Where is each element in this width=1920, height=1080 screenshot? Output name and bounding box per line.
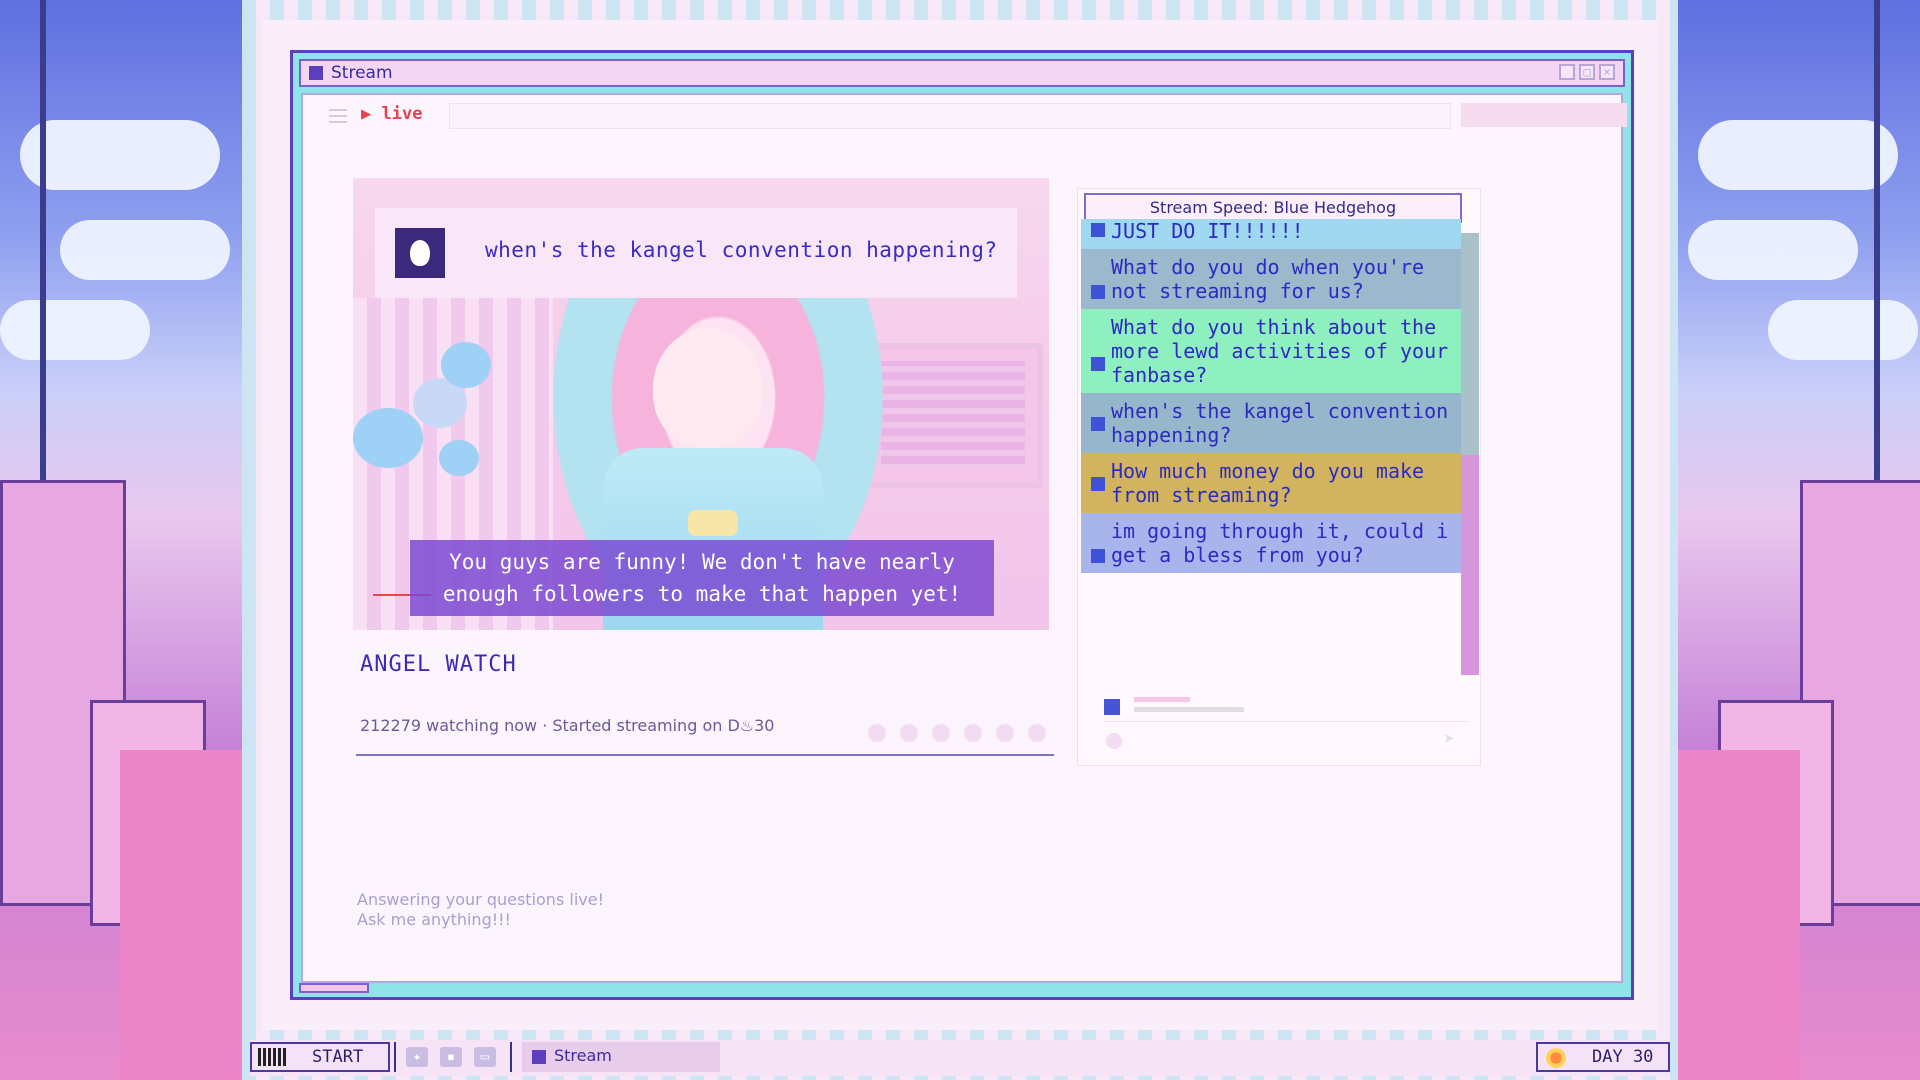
stream-video[interactable]: when's the kangel convention happening? … xyxy=(353,178,1049,630)
taskbar-item-label: Stream xyxy=(554,1046,612,1065)
divider xyxy=(356,754,1054,756)
stream-subtitle: You guys are funny! We don't have nearly… xyxy=(410,540,994,616)
reaction-dot[interactable] xyxy=(932,724,950,742)
bird-icon[interactable]: ✦ xyxy=(406,1047,428,1067)
chat-message-text: JUST DO IT!!!!!! xyxy=(1111,219,1304,243)
cloud xyxy=(1698,120,1898,190)
start-logo-icon xyxy=(258,1048,288,1066)
stream-description: Answering your questions live! Ask me an… xyxy=(357,890,604,930)
menu-icon[interactable] xyxy=(329,109,347,123)
close-icon[interactable]: × xyxy=(1599,64,1615,80)
sun-icon xyxy=(1546,1048,1566,1068)
stream-task-icon xyxy=(532,1050,546,1064)
chat-input-divider xyxy=(1104,721,1468,722)
scrollbar-track-lower xyxy=(1461,455,1479,675)
cloud xyxy=(20,120,220,190)
chat-message-text: What do you think about the more lewd ac… xyxy=(1111,315,1449,387)
taskbar-separator xyxy=(394,1042,396,1072)
chat-panel: Stream Speed: Blue Hedgehog JUST DO IT!!… xyxy=(1077,188,1481,766)
subtitle-line-1: You guys are funny! We don't have nearly xyxy=(449,550,955,574)
road xyxy=(1678,750,1800,1080)
scenery-left xyxy=(0,0,242,1080)
chat-bullet-icon xyxy=(1091,223,1105,237)
cloud xyxy=(1688,220,1858,280)
emoji-icon[interactable] xyxy=(1106,733,1122,749)
reaction-dot[interactable] xyxy=(868,724,886,742)
address-side-panel xyxy=(1461,103,1627,127)
question-text: when's the kangel convention happening? xyxy=(485,238,998,262)
live-label: live xyxy=(381,104,423,124)
road xyxy=(120,750,242,1080)
day-label: DAY 30 xyxy=(1592,1047,1654,1067)
chat-message[interactable]: im going through it, could i get a bless… xyxy=(1081,513,1461,573)
description-line-2: Ask me anything!!! xyxy=(357,910,511,929)
taskbar-separator xyxy=(510,1042,512,1072)
window-resize-handle[interactable] xyxy=(299,983,369,993)
chat-input-area: ➤ xyxy=(1084,689,1468,759)
cloud xyxy=(0,300,150,360)
live-indicator: ▶ live xyxy=(361,104,423,124)
subtitle-line-2: enough followers to make that happen yet… xyxy=(442,582,962,606)
scrollbar-thumb[interactable] xyxy=(1461,233,1479,455)
chat-message[interactable]: What do you do when you're not streaming… xyxy=(1081,249,1461,309)
chat-message-text: when's the kangel convention happening? xyxy=(1111,399,1449,447)
chat-messages[interactable]: JUST DO IT!!!!!! What do you do when you… xyxy=(1081,219,1461,661)
viewer-avatar xyxy=(395,228,445,278)
chat-icon[interactable]: ▪ xyxy=(440,1047,462,1067)
taskbar: START ✦ ▪ ▭ Stream DAY 30 xyxy=(250,1040,1670,1076)
heart-balloon xyxy=(441,342,491,388)
reaction-dot[interactable] xyxy=(1028,724,1046,742)
stream-title: ANGEL WATCH xyxy=(360,652,517,677)
streamer-face xyxy=(653,328,763,448)
stream-meta: 212279 watching now · Started streaming … xyxy=(360,716,775,735)
scenery-right xyxy=(1678,0,1920,1080)
description-line-1: Answering your questions live! xyxy=(357,890,604,909)
cloud xyxy=(60,220,230,280)
window-controls: _ □ × xyxy=(1559,64,1615,80)
maximize-icon[interactable]: □ xyxy=(1579,64,1595,80)
reaction-dots xyxy=(868,724,1046,742)
address-bar: ▶ live xyxy=(303,95,1627,139)
background-monitor xyxy=(863,343,1043,488)
chat-message[interactable]: when's the kangel convention happening? xyxy=(1081,393,1461,453)
egg-icon xyxy=(410,240,430,266)
chat-bullet-icon xyxy=(1091,477,1105,491)
heart-balloon xyxy=(439,440,479,476)
window-titlebar[interactable]: Stream _ □ × xyxy=(299,59,1625,87)
username-placeholder xyxy=(1134,697,1190,702)
reaction-dot[interactable] xyxy=(964,724,982,742)
chat-bullet-icon xyxy=(1091,285,1105,299)
chat-message[interactable]: JUST DO IT!!!!!! xyxy=(1081,219,1461,249)
computer-icon[interactable]: ▭ xyxy=(474,1047,496,1067)
streamer-bow xyxy=(688,510,738,536)
chat-message-text: How much money do you make from streamin… xyxy=(1111,459,1425,507)
taskbar-item-stream[interactable]: Stream xyxy=(522,1042,720,1072)
chat-message-text: im going through it, could i get a bless… xyxy=(1111,519,1449,567)
chat-bullet-icon xyxy=(1091,417,1105,431)
send-icon[interactable]: ➤ xyxy=(1444,729,1455,750)
minimize-icon[interactable]: _ xyxy=(1559,64,1575,80)
featured-question: when's the kangel convention happening? xyxy=(375,208,1017,298)
chat-bullet-icon xyxy=(1091,357,1105,371)
chat-bullet-icon xyxy=(1091,549,1105,563)
reaction-dot[interactable] xyxy=(900,724,918,742)
chat-message-text: What do you do when you're not streaming… xyxy=(1111,255,1425,303)
address-field[interactable] xyxy=(449,103,1451,129)
heart-balloon xyxy=(353,408,423,468)
chat-scrollbar[interactable] xyxy=(1461,233,1479,675)
reaction-dot[interactable] xyxy=(996,724,1014,742)
day-indicator: DAY 30 xyxy=(1536,1042,1670,1072)
cloud xyxy=(1768,300,1918,360)
chat-message[interactable]: How much money do you make from streamin… xyxy=(1081,453,1461,513)
window-title: Stream xyxy=(331,63,393,83)
chat-message[interactable]: What do you think about the more lewd ac… xyxy=(1081,309,1461,393)
message-placeholder xyxy=(1134,707,1244,712)
start-button[interactable]: START xyxy=(250,1042,390,1072)
start-label: START xyxy=(312,1047,364,1067)
window-icon xyxy=(309,66,323,80)
user-avatar xyxy=(1104,699,1120,715)
